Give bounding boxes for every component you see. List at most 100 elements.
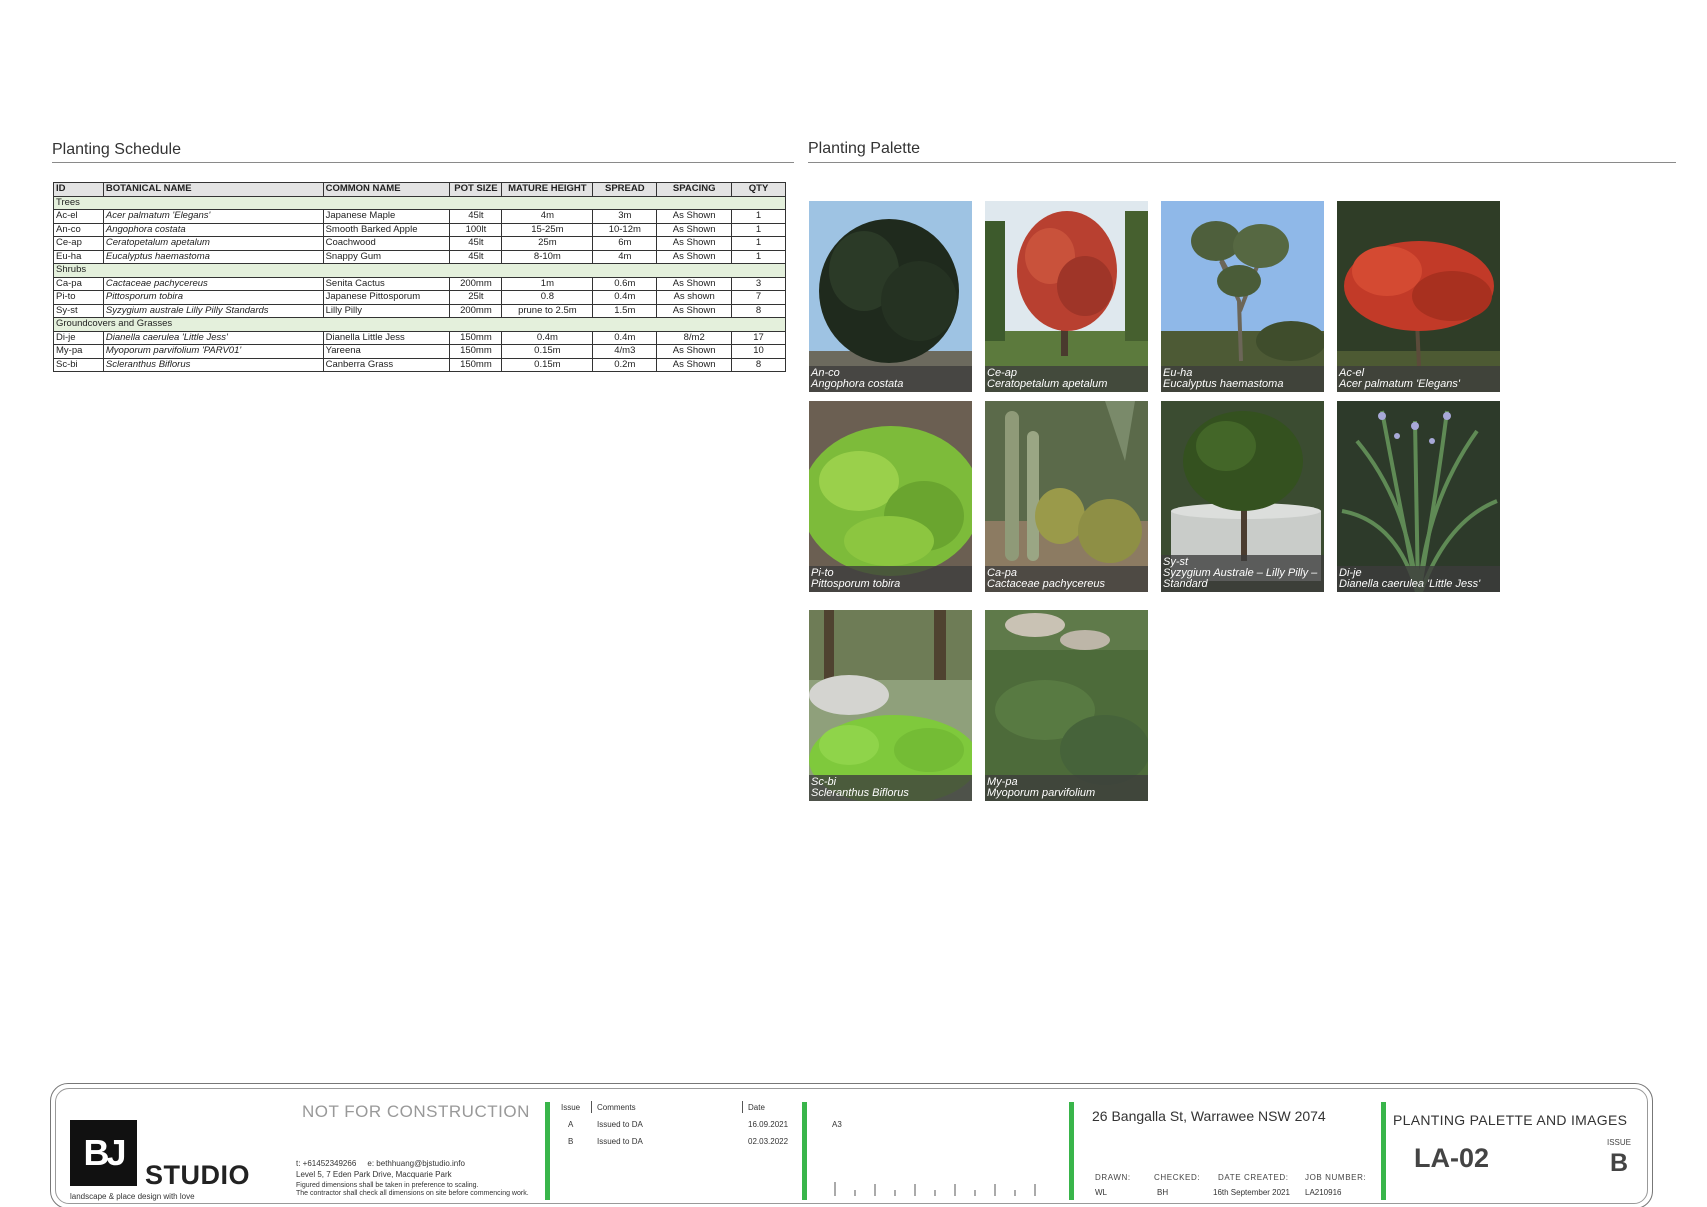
col-header: ID (53, 182, 104, 197)
palette-caption: Di-je Dianella caerulea 'Little Jess' (1337, 566, 1500, 592)
divider-bar (545, 1102, 550, 1200)
issue-col-header: Issue (561, 1103, 581, 1112)
table-cell: Cactaceae pachycereus (102, 276, 324, 291)
not-for-construction: NOT FOR CONSTRUCTION (302, 1102, 530, 1121)
drawing-title: PLANTING PALETTE AND IMAGES (1393, 1112, 1628, 1128)
palette-caption: Pi-to Pittosporum tobira (809, 566, 972, 592)
palette-botanical-name: Eucalyptus haemastoma (1163, 378, 1284, 390)
palette-caption: Eu-ha Eucalyptus haemastoma (1161, 366, 1324, 392)
palette-tile-ca-pa: Ca-pa Cactaceae pachycereus (985, 401, 1148, 592)
office-address: Level 5, 7 Eden Park Drive, Macquarie Pa… (296, 1170, 452, 1179)
table-row: An-co Angophora costata Smooth Barked Appl… (53, 222, 786, 237)
group-row: Groundcovers and Grasses (53, 317, 786, 332)
col-header: POT SIZE (449, 182, 503, 197)
tree-eucalyptus-image (1161, 201, 1324, 392)
table-cell: Scleranthus Biflorus (102, 357, 324, 372)
table-cell: As Shown (656, 236, 733, 251)
palette-botanical-name: Scleranthus Biflorus (811, 787, 909, 799)
drawn-value: WL (1095, 1188, 1107, 1197)
table-cell: Lilly Pilly (322, 303, 451, 318)
palette-caption: An-co Angophora costata (809, 366, 972, 392)
palette-botanical-name: Dianella caerulea 'Little Jess' (1339, 578, 1481, 590)
group-label: Groundcovers and Grasses (53, 317, 786, 332)
table-cell: 8 (731, 357, 786, 372)
palette-tile-ac-el: Ac-el Acer palmatum 'Elegans' (1337, 201, 1500, 392)
moss-mound-image (809, 610, 972, 801)
table-cell: 8 (731, 303, 786, 318)
table-cell: Eu-ha (53, 249, 104, 264)
palette-botanical-name: Myoporum parvifolium (987, 787, 1096, 799)
table-cell: Snappy Gum (322, 249, 451, 264)
tree-dark-canopy-image (809, 201, 972, 392)
table-cell: 8-10m (501, 249, 594, 264)
table-cell: 4/m3 (592, 344, 658, 359)
divider-bar (1381, 1102, 1386, 1200)
table-cell: 45lt (449, 249, 503, 264)
table-cell: As Shown (656, 344, 733, 359)
table-cell: 1.5m (592, 303, 658, 318)
palette-caption: Ce-ap Ceratopetalum apetalum (985, 366, 1148, 392)
palette-tile-my-pa: My-pa Myoporum parvifolium (985, 610, 1148, 801)
project-address: 26 Bangalla St, Warrawee NSW 2074 (1092, 1108, 1326, 1124)
issue-b-comment: Issued to DA (597, 1137, 643, 1146)
tree-red-flowering-image (985, 201, 1148, 392)
issue-col-divider (591, 1101, 592, 1113)
table-cell: Senita Cactus (322, 276, 451, 291)
palette-tile-an-co: An-co Angophora costata (809, 201, 972, 392)
table-cell: 0.15m (501, 344, 594, 359)
table-cell: 25lt (449, 290, 503, 305)
issue-label: ISSUE (1607, 1138, 1632, 1147)
table-cell: 4m (501, 209, 594, 224)
sheet-size: A3 (832, 1120, 842, 1129)
table-cell: 3 (731, 276, 786, 291)
col-header: BOTANICAL NAME (102, 182, 324, 197)
issue-b-date: 02.03.2022 (748, 1137, 789, 1146)
scale-bar (834, 1182, 1036, 1196)
studio-tagline: landscape & place design with love (70, 1192, 195, 1201)
dimensions-note: The contractor shall check all dimension… (296, 1190, 529, 1197)
divider-bar (1069, 1102, 1074, 1200)
table-cell: As Shown (656, 276, 733, 291)
table-cell: Syzygium australe Lilly Pilly Standards (102, 303, 324, 318)
palette-caption: Sc-bi Scleranthus Biflorus (809, 775, 972, 801)
date-col-divider (742, 1101, 743, 1113)
logo-mark: BJ (83, 1132, 126, 1173)
group-row: Trees (53, 195, 786, 210)
table-cell: 0.2m (592, 357, 658, 372)
table-cell: Coachwood (322, 236, 451, 251)
job-number-value: LA210916 (1305, 1188, 1342, 1197)
table-cell: 10 (731, 344, 786, 359)
palette-caption: Ac-el Acer palmatum 'Elegans' (1337, 366, 1500, 392)
palette-tile-ce-ap: Ce-ap Ceratopetalum apetalum (985, 201, 1148, 392)
table-cell: 17 (731, 330, 786, 345)
table-cell: Ca-pa (53, 276, 104, 291)
table-cell: 10-12m (592, 222, 658, 237)
table-cell: Ce-ap (53, 236, 104, 251)
issue-a-comment: Issued to DA (597, 1120, 643, 1129)
palette-tile-sc-bi: Sc-bi Scleranthus Biflorus (809, 610, 972, 801)
table-cell: Canberra Grass (322, 357, 451, 372)
table-header-row: ID BOTANICAL NAME COMMON NAME POT SIZE M… (53, 182, 786, 197)
table-cell: Smooth Barked Apple (322, 222, 451, 237)
palette-caption: Ca-pa Cactaceae pachycereus (985, 566, 1148, 592)
issue-value: B (1610, 1149, 1629, 1177)
date-created-value: 16th September 2021 (1213, 1188, 1290, 1197)
table-cell: Japanese Pittosporum (322, 290, 451, 305)
table-row: My-pa Myoporum parvifolium 'PARV01' Yareen… (53, 344, 786, 359)
table-cell: 0.6m (592, 276, 658, 291)
palette-botanical-name: Angophora costata (811, 378, 904, 390)
table-cell: 0.8 (501, 290, 594, 305)
col-header: SPREAD (592, 182, 658, 197)
table-cell: 8/m2 (656, 330, 733, 345)
table-cell: 4m (592, 249, 658, 264)
table-cell: Pittosporum tobira (102, 290, 324, 305)
palette-botanical-name: Pittosporum tobira (811, 578, 901, 590)
table-cell: 7 (731, 290, 786, 305)
col-header: COMMON NAME (322, 182, 451, 197)
table-row: Di-je Dianella caerulea 'Little Jess' Dian… (53, 330, 786, 345)
table-cell: 0.4m (501, 330, 594, 345)
palette-heading-rule (808, 162, 1676, 163)
planting-schedule-table: ID BOTANICAL NAME COMMON NAME POT SIZE M… (53, 182, 786, 372)
col-header: QTY (731, 182, 786, 197)
table-cell: 0.4m (592, 330, 658, 345)
